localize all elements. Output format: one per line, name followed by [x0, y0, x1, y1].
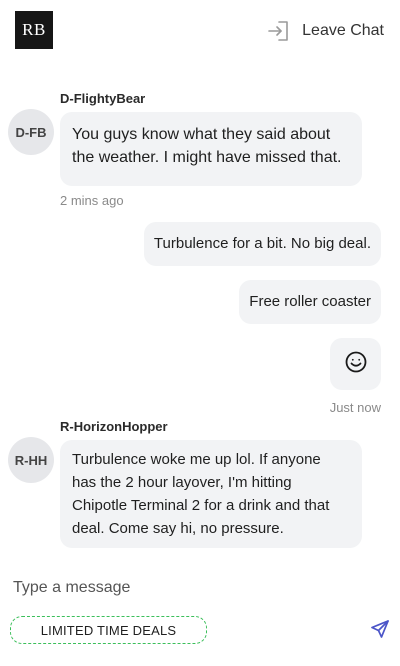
message-line: You guys know what they said about [72, 126, 331, 143]
exit-door-icon [268, 20, 290, 42]
message-line: the weather. I might have missed that. [72, 149, 342, 166]
message-bubble-outgoing [330, 338, 381, 390]
timestamp: Just now [329, 400, 381, 415]
avatar[interactable]: R-HH [8, 437, 54, 483]
message-list[interactable]: D-FlightyBear D-FB You guys know what th… [0, 62, 400, 572]
limited-time-deals-button[interactable]: LIMITED TIME DEALS [10, 616, 207, 644]
send-icon[interactable] [370, 619, 392, 641]
message-bubble-outgoing: Free roller coaster [239, 280, 381, 324]
message-bubble: You guys know what they said about the w… [60, 112, 362, 186]
message-bubble-outgoing: Turbulence for a bit. No big deal. [143, 222, 381, 266]
message-composer: LIMITED TIME DEALS [0, 572, 400, 666]
message-line: has the 2 hour layover, I'm hitting [72, 474, 292, 491]
avatar[interactable]: D-FB [8, 109, 54, 155]
message-line: Chipotle Terminal 2 for a drink and that [72, 497, 330, 514]
leave-chat-label: Leave Chat [302, 22, 384, 39]
leave-chat-button[interactable]: Leave Chat [268, 20, 384, 42]
sender-name: R-HorizonHopper [60, 419, 168, 434]
message-bubble: Turbulence woke me up lol. If anyone has… [60, 440, 362, 548]
sender-name: D-FlightyBear [60, 91, 146, 106]
timestamp: 2 mins ago [60, 193, 124, 208]
message-line: deal. Come say hi, no pressure. [72, 520, 284, 537]
logo: RB [15, 11, 53, 49]
smiley-face-icon [345, 351, 367, 378]
message-input[interactable] [13, 577, 343, 599]
message-line: Turbulence woke me up lol. If anyone [72, 451, 321, 468]
chat-header: RB Leave Chat [0, 0, 400, 62]
